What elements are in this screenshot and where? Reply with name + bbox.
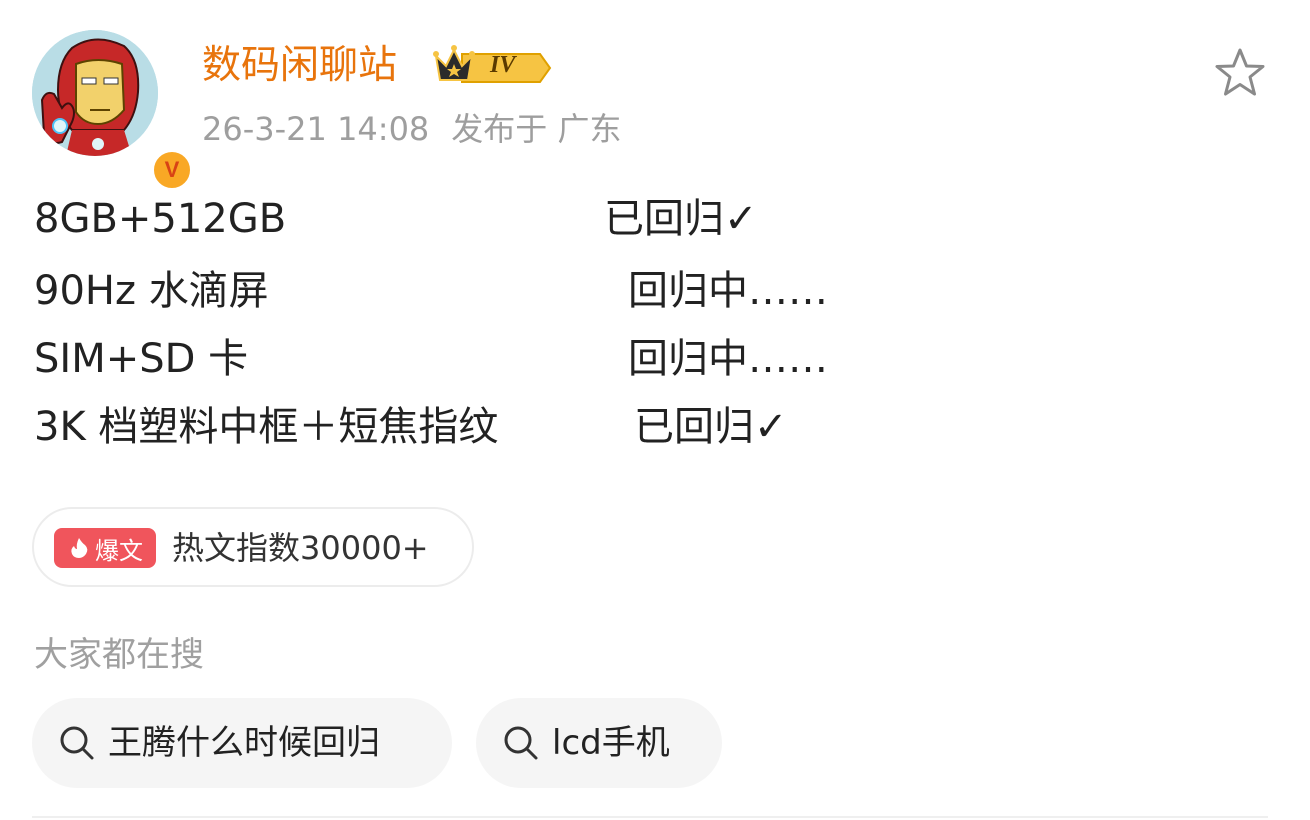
hot-article-pill[interactable]: 爆文 热文指数30000+ [32, 507, 474, 587]
avatar[interactable]: V [32, 30, 194, 192]
search-icon [60, 726, 94, 760]
spec-line-2: 90Hz 水滴屏 [34, 268, 269, 314]
spec-status-3: 回归中…… [628, 336, 828, 382]
search-heading: 大家都在搜 [34, 635, 204, 675]
divider [32, 816, 1268, 818]
hot-tag: 爆文 [54, 528, 156, 568]
search-chip-1[interactable]: 王腾什么时候回归 [32, 698, 452, 788]
spec-line-4: 3K 档塑料中框＋短焦指纹 [34, 404, 499, 450]
hot-index-text: 热文指数30000+ [172, 529, 429, 567]
level-text: IV [490, 52, 516, 78]
verified-mark: V [164, 157, 180, 182]
iron-man-avatar-icon [32, 30, 158, 156]
search-chip-label: 王腾什么时候回归 [108, 723, 380, 763]
spec-status-4: 已回归✓ [634, 404, 788, 450]
location: 发布于 广东 [451, 110, 622, 148]
verified-badge: V [150, 148, 194, 192]
search-chip-label: lcd手机 [552, 723, 670, 763]
spec-status-2: 回归中…… [628, 268, 828, 314]
post-meta: 26-3-21 14:08 发布于 广东 [202, 106, 621, 152]
spec-line-3: SIM+SD 卡 [34, 336, 249, 382]
timestamp: 26-3-21 14:08 [202, 110, 430, 148]
favorite-button[interactable] [1210, 44, 1270, 104]
flame-icon [71, 538, 88, 558]
hot-tag-label: 爆文 [95, 536, 143, 565]
user-name[interactable]: 数码闲聊站 [202, 40, 397, 92]
level-badge[interactable]: IV [432, 42, 554, 90]
spec-status-1: 已回归✓ [604, 196, 758, 242]
search-chip-2[interactable]: lcd手机 [476, 698, 722, 788]
spec-line-1: 8GB+512GB [34, 196, 287, 242]
star-outline-icon [1215, 48, 1265, 96]
search-icon [504, 726, 538, 760]
